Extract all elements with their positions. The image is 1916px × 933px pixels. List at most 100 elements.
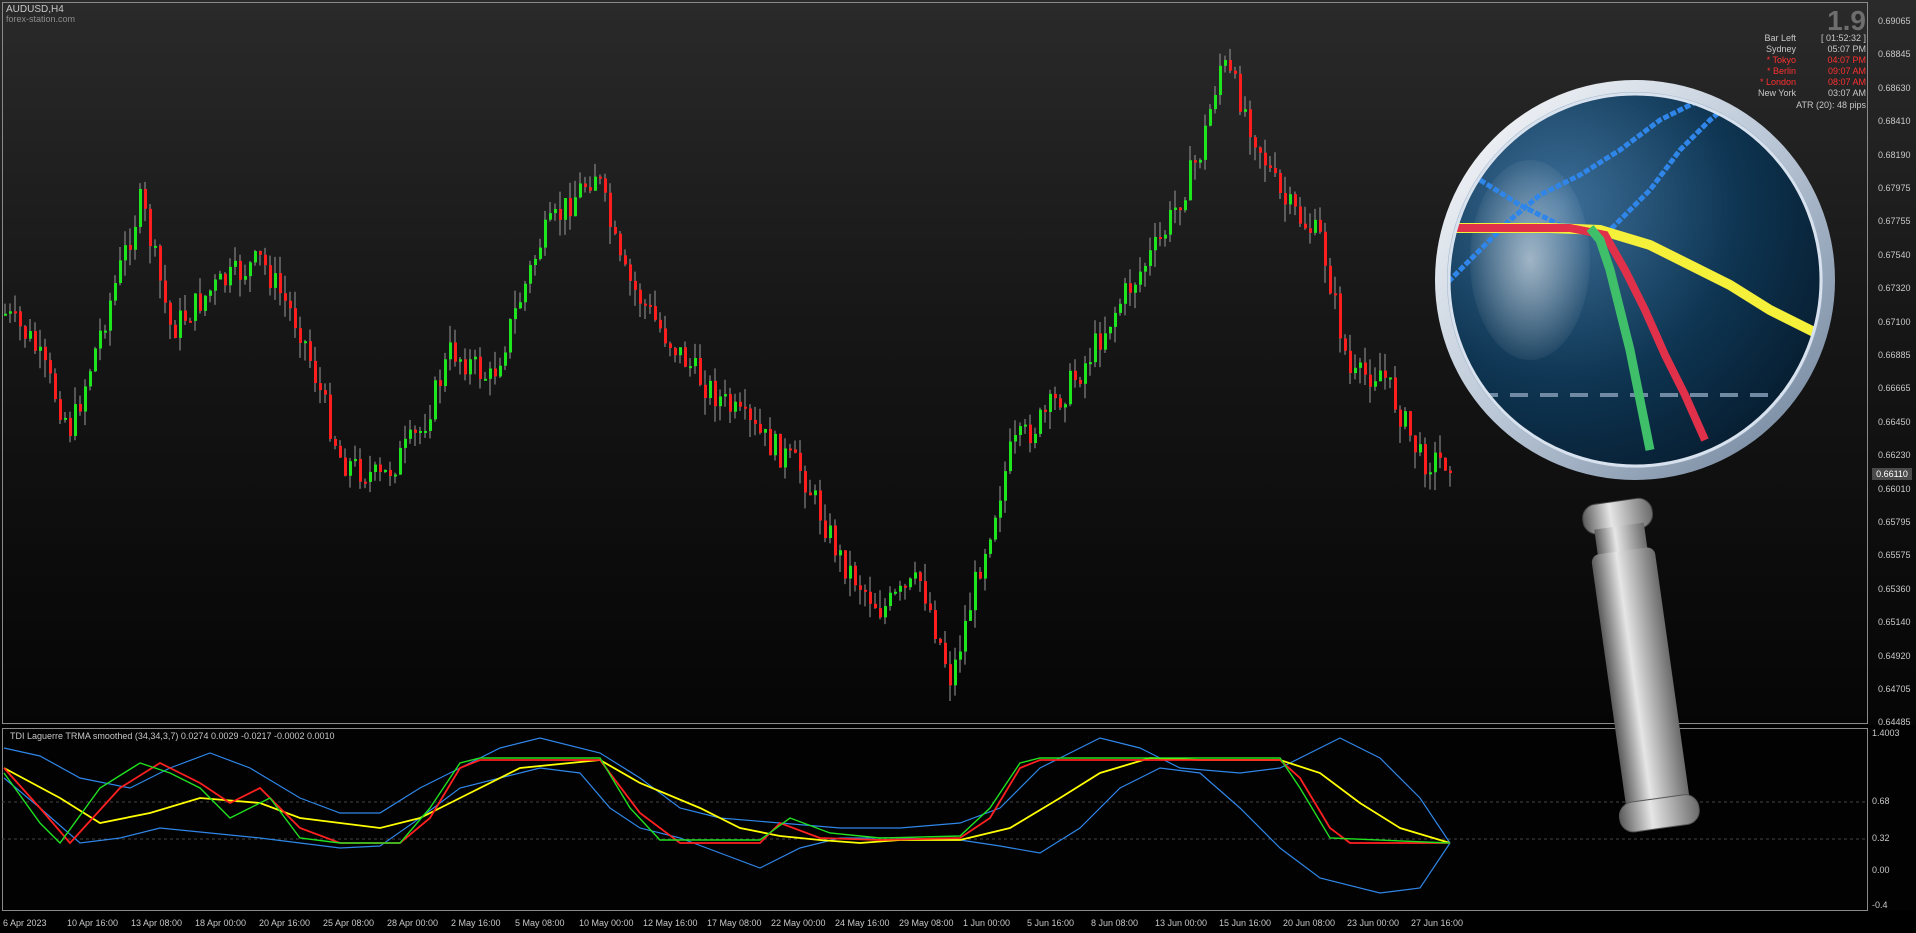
candle-body (324, 390, 327, 395)
candle-body (159, 245, 162, 281)
candle-body (1344, 338, 1347, 351)
candle-body (494, 368, 497, 377)
candle-body (1239, 73, 1242, 112)
candle-body (1064, 404, 1067, 408)
price-tick: 0.64920 (1878, 650, 1911, 661)
current-price-tag: 0.66110 (1872, 468, 1912, 480)
candle-body (724, 394, 727, 397)
candle-body (1334, 293, 1337, 296)
candle-body (204, 295, 207, 311)
candle-body (714, 380, 717, 407)
candle-body (1249, 109, 1252, 138)
candle-body (814, 490, 817, 496)
indicator-tick: 0.32 (1872, 833, 1890, 843)
indicator-tick: 1.4003 (1872, 728, 1900, 738)
session-label: Sydney (1765, 44, 1796, 54)
candle-body (824, 520, 827, 539)
time-tick: 28 Apr 00:00 (387, 918, 439, 928)
candle-body (554, 208, 557, 214)
candle-body (1299, 206, 1302, 224)
candle-body (564, 198, 567, 220)
candle-body (784, 448, 787, 468)
candle-body (1124, 283, 1127, 304)
price-tick: 0.67320 (1878, 283, 1911, 294)
candle-body (789, 448, 792, 451)
candle-body (424, 430, 427, 433)
candle-body (114, 283, 117, 301)
candle-body (34, 331, 37, 351)
candle-body (349, 461, 352, 476)
candle-body (819, 490, 822, 521)
candle-body (169, 302, 172, 325)
candle-body (289, 300, 292, 309)
candle-body (1219, 65, 1222, 96)
candle-body (729, 394, 732, 412)
candle-body (1319, 219, 1322, 232)
candle-body (1284, 193, 1287, 205)
candle-body (609, 192, 612, 227)
candle-body (679, 347, 682, 356)
candle-body (49, 360, 52, 374)
candle-body (949, 664, 952, 686)
candle-body (559, 208, 562, 220)
candle-body (979, 571, 982, 579)
candle-body (244, 276, 247, 280)
candle-body (1014, 435, 1017, 442)
candle-body (619, 233, 622, 256)
candle-body (1154, 236, 1157, 251)
candle-body (514, 308, 517, 320)
candle-body (744, 406, 747, 409)
candle-body (429, 419, 432, 431)
candle-body (1094, 333, 1097, 363)
candle-body (899, 585, 902, 592)
indicator-tick: 0.00 (1872, 865, 1890, 875)
candle-body (654, 306, 657, 320)
candle-body (214, 279, 217, 291)
candle-body (1354, 367, 1357, 374)
candle-body (1379, 370, 1382, 382)
time-tick: 23 Jun 00:00 (1347, 918, 1400, 928)
time-tick: 20 Apr 16:00 (259, 918, 311, 928)
price-tick: 0.69065 (1878, 16, 1911, 26)
candle-body (69, 417, 72, 436)
candle-body (314, 360, 317, 384)
candle-body (1169, 209, 1172, 235)
candle-body (1364, 362, 1367, 375)
time-tick: 22 May 00:00 (771, 918, 826, 928)
candle-body (234, 260, 237, 267)
candle-body (1024, 424, 1027, 427)
candle-body (1029, 424, 1032, 444)
candle-body (299, 328, 302, 343)
candle-body (969, 610, 972, 621)
candle-body (1004, 471, 1007, 501)
candle-body (924, 581, 927, 604)
candle-body (434, 380, 437, 420)
price-tick: 0.65575 (1878, 550, 1911, 561)
candle-body (284, 293, 287, 301)
candle-body (139, 188, 142, 227)
candle-body (954, 659, 957, 686)
candle-body (109, 300, 112, 331)
candle-body (1384, 370, 1387, 378)
candle-body (529, 265, 532, 284)
price-tick: 0.66665 (1878, 383, 1911, 394)
candle-body (1359, 362, 1362, 368)
candle-body (1144, 265, 1147, 272)
candle-body (259, 251, 262, 255)
candle-body (239, 260, 242, 280)
candle-body (469, 359, 472, 375)
candle-body (224, 273, 227, 286)
time-tick: 29 May 08:00 (899, 918, 954, 928)
candle-body (694, 358, 697, 367)
candle-body (1039, 409, 1042, 434)
candle-body (229, 266, 232, 286)
candle-body (929, 603, 932, 611)
candle-body (1304, 223, 1307, 229)
candle-body (644, 303, 647, 306)
candle-body (1054, 393, 1057, 399)
session-row-tokyo: * Tokyo 04:07 PM (1728, 55, 1868, 66)
candle-body (1184, 200, 1187, 211)
candle-body (1339, 293, 1342, 339)
candle-body (639, 289, 642, 304)
candle-body (1264, 152, 1267, 166)
